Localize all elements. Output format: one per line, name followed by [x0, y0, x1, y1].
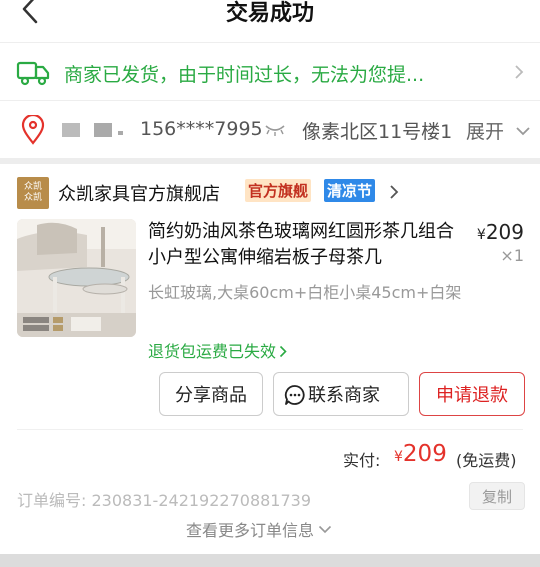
- recipient-phone: 156****7995: [140, 118, 263, 140]
- header-bar: 交易成功: [0, 0, 540, 42]
- more-order-info-text: 查看更多订单信息: [186, 521, 315, 540]
- chevron-down-icon: [318, 525, 332, 534]
- paid-amount: ¥209: [394, 441, 447, 467]
- eye-closed-icon[interactable]: [264, 123, 286, 137]
- shop-name[interactable]: 众凯家具官方旗舰店: [58, 180, 220, 206]
- chevron-down-icon: [516, 127, 530, 136]
- product-spec: 长虹玻璃,大桌60cm+白柜小桌45cm+白架: [148, 283, 462, 302]
- chat-bubble-icon: [284, 385, 305, 405]
- next-section-edge: [0, 554, 540, 567]
- paid-label: 实付:: [343, 451, 381, 470]
- order-number: 订单编号: 230831-242192270881739: [17, 491, 312, 510]
- shop-logo-line: 众凯: [23, 182, 42, 192]
- product-price-value: 209: [485, 220, 524, 244]
- recipient-name-masked: [62, 121, 126, 139]
- coffee-table-photo: [17, 219, 136, 337]
- return-shipping-note[interactable]: 退货包运费已失效: [148, 338, 287, 362]
- shipping-status-text: 商家已发货，由于时间过长，无法为您提...: [64, 64, 425, 86]
- address-expand-link[interactable]: 展开: [466, 117, 504, 144]
- official-store-badge: 官方旗舰: [245, 179, 312, 202]
- product-quantity: ×1: [500, 246, 524, 265]
- address-text: 像素北区11号楼1: [302, 121, 453, 143]
- share-product-button[interactable]: 分享商品: [159, 372, 263, 416]
- address-row[interactable]: 156****7995 像素北区11号楼1 展开: [0, 100, 540, 158]
- location-pin-icon: [21, 115, 45, 145]
- order-card: 众凯 众凯 众凯家具官方旗舰店 官方旗舰 清凉节 简约奶油风茶色玻璃网红圆形茶几…: [0, 164, 540, 567]
- currency-symbol: ¥: [394, 449, 403, 465]
- shop-logo[interactable]: 众凯 众凯: [17, 177, 49, 209]
- shop-logo-line: 众凯: [23, 193, 42, 203]
- chevron-right-icon: [515, 65, 524, 79]
- truck-icon: [16, 61, 50, 86]
- divider: [17, 429, 523, 430]
- promo-badge: 清凉节: [324, 179, 376, 202]
- free-shipping-note: (免运费): [456, 451, 517, 470]
- shipping-status-row[interactable]: 商家已发货，由于时间过长，无法为您提...: [0, 42, 540, 100]
- return-shipping-note-text: 退货包运费已失效: [148, 342, 277, 361]
- copy-button[interactable]: 复制: [469, 482, 525, 510]
- chevron-right-icon[interactable]: [389, 184, 399, 200]
- chevron-right-icon: [279, 345, 287, 358]
- page-title: 交易成功: [225, 1, 314, 26]
- contact-seller-label: 联系商家: [308, 385, 380, 406]
- product-title[interactable]: 简约奶油风茶色玻璃网红圆形茶几组合小户型公寓伸缩岩板子母茶几: [148, 219, 458, 271]
- currency-symbol: ¥: [476, 227, 486, 243]
- paid-amount-value: 209: [402, 441, 447, 467]
- request-refund-button[interactable]: 申请退款: [419, 372, 525, 416]
- more-order-info-link[interactable]: 查看更多订单信息: [186, 517, 332, 541]
- product-image[interactable]: [17, 219, 136, 337]
- product-price: ¥209: [477, 220, 524, 244]
- contact-seller-button[interactable]: 联系商家: [273, 372, 409, 416]
